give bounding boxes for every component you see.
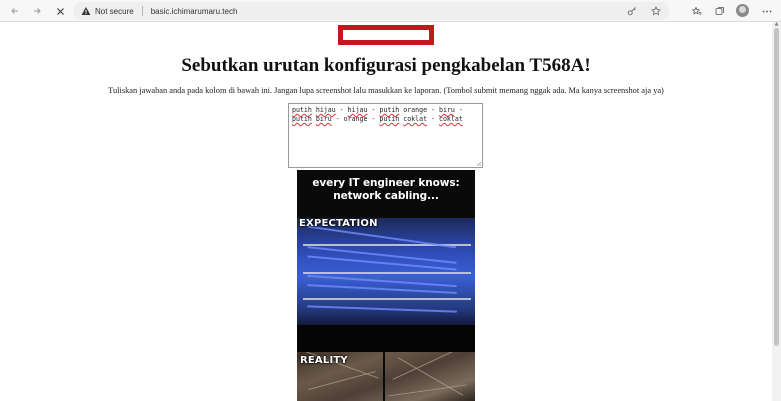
page-scrollbar[interactable]: ▲ [772,22,781,401]
meme-photo-divider [383,352,385,401]
misspelled-word: coklat [403,115,428,123]
forward-arrow-icon[interactable] [28,2,46,20]
favorite-star-icon[interactable] [649,4,663,18]
address-bar-actions [625,4,663,18]
more-menu-icon[interactable] [760,2,774,20]
address-bar[interactable]: Not secure basic.ichimarumaru.tech [73,2,669,20]
security-status[interactable]: Not secure [95,7,134,16]
answer-text-fragment: - orange - [331,115,380,123]
profile-avatar[interactable] [736,4,749,17]
answer-text-fragment: - [454,106,463,114]
meme-caption: every IT engineer knows: network cabling… [312,177,460,202]
rack-rail [303,298,471,300]
page-title: Sebutkan urutan konfigurasi pengkabelan … [181,55,591,76]
back-arrow-icon[interactable] [6,2,24,20]
meme-image: every IT engineer knows: network cabling… [297,170,475,401]
meme-reality-panel: REALITY [297,352,475,401]
url-text[interactable]: basic.ichimarumaru.tech [151,7,238,16]
browser-toolbar: Not secure basic.ichimarumaru.tech [0,0,781,22]
tangled-wire [308,370,376,391]
misspelled-word: biru [438,106,455,114]
answer-text-fragment: - [367,106,380,114]
warning-icon [81,6,91,16]
scroll-up-icon[interactable]: ▲ [774,22,779,27]
instructions-text: Tuliskan jawaban anda pada kolom di bawa… [108,86,664,95]
resize-grip-icon[interactable] [476,161,481,166]
cable-bundle [307,255,457,271]
header-banner [338,25,434,45]
answer-text-fragment: orange - [399,106,439,114]
stop-icon[interactable] [51,2,69,20]
cable-bundle [307,305,457,313]
misspelled-word: biru [315,115,332,123]
answer-textarea[interactable]: putih hijau - hijau - putih orange - bir… [288,103,483,168]
collections-icon[interactable] [713,2,727,20]
rack-rail [303,272,471,274]
misspelled-word: coklat [438,115,463,123]
meme-expectation-panel: EXPECTATION [297,218,475,325]
address-divider [141,6,143,16]
scrollbar-thumb[interactable] [774,28,779,346]
answer-text: putih hijau - hijau - putih orange - bir… [292,106,463,123]
meme-label-reality: REALITY [300,355,348,366]
misspelled-word: putih [292,115,312,123]
misspelled-word: putih [379,106,400,114]
key-icon[interactable] [625,4,639,18]
answer-text-fragment: - [427,115,439,123]
misspelled-word: putih [292,106,312,114]
meme-label-expectation: EXPECTATION [299,218,378,229]
answer-text-fragment: - [335,106,348,114]
web-page: Sebutkan urutan konfigurasi pengkabelan … [0,22,772,401]
misspelled-word: hijau [315,106,336,114]
misspelled-word: hijau [347,106,368,114]
meme-divider [297,325,475,352]
misspelled-word: putih [379,115,400,123]
favorites-icon[interactable] [690,2,704,20]
